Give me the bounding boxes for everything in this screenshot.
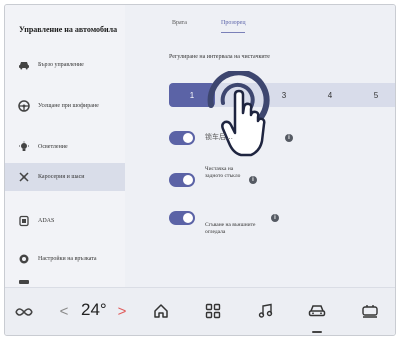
sidebar-item-body-chassis[interactable]: Каросерия и шаси bbox=[5, 163, 125, 191]
fold-mirrors-label: Сгъване на външните огледала bbox=[205, 222, 256, 235]
sidebar-item-label: Бързо управление bbox=[38, 62, 84, 68]
sidebar-item-lighting[interactable]: Осветление bbox=[5, 133, 125, 161]
car-icon[interactable] bbox=[307, 301, 327, 321]
info-icon[interactable]: i bbox=[285, 134, 293, 142]
wiper-interval-label: Регулиране на интервала на чистачките bbox=[169, 54, 270, 60]
sidebar: Управление на автомобила Бързо управлени… bbox=[5, 5, 125, 287]
tab-window[interactable]: Прозорец bbox=[221, 20, 246, 26]
temp-down-button[interactable]: < bbox=[57, 301, 71, 321]
toggle-fold-mirrors[interactable] bbox=[169, 211, 195, 225]
interval-option-5[interactable]: 5 bbox=[353, 83, 395, 107]
sidebar-item-label: Каросерия и шаси bbox=[38, 174, 85, 180]
toggle-rear-wiper[interactable] bbox=[169, 173, 195, 187]
music-icon[interactable] bbox=[255, 301, 275, 321]
sidebar-item-driving-feel[interactable]: Усещане при шофиране bbox=[5, 92, 125, 120]
sidebar-item-label: Настройки на връзката bbox=[38, 256, 97, 262]
apps-grid-icon[interactable] bbox=[203, 301, 223, 321]
sidebar-item-quick-control[interactable]: Бързо управление bbox=[5, 51, 125, 79]
rear-wiper-label: Чистачка на задното стъкло bbox=[205, 166, 241, 179]
active-indicator bbox=[312, 331, 322, 333]
steering-wheel-icon bbox=[18, 100, 30, 112]
info-icon[interactable]: i bbox=[249, 176, 257, 184]
tap-gesture-icon bbox=[207, 71, 270, 157]
bottom-bar: < 24° > bbox=[5, 287, 395, 335]
sidebar-item-label: Усещане при шофиране bbox=[38, 103, 99, 109]
car-control-window: Управление на автомобила Бързо управлени… bbox=[4, 4, 396, 336]
toggle-knob bbox=[183, 175, 193, 185]
info-icon[interactable]: i bbox=[271, 214, 279, 222]
temp-up-button[interactable]: > bbox=[115, 301, 129, 321]
sidebar-item-label: ADAS bbox=[38, 218, 55, 224]
connection-icon bbox=[18, 253, 30, 265]
sidebar-title: Управление на автомобила bbox=[19, 25, 118, 34]
home-icon[interactable] bbox=[151, 301, 171, 321]
sidebar-item-label: Осветление bbox=[38, 144, 68, 150]
temperature-value: 24° bbox=[81, 300, 107, 319]
car-icon bbox=[18, 59, 30, 71]
sidebar-item-connection-settings[interactable]: Настройки на връзката bbox=[5, 245, 125, 273]
main-panel: Врата Прозорец Регулиране на интервала н… bbox=[125, 5, 395, 287]
light-bulb-icon bbox=[18, 141, 30, 153]
sidebar-item-adas[interactable]: ADAS bbox=[5, 207, 125, 235]
interval-option-4[interactable]: 4 bbox=[307, 83, 353, 107]
body-chassis-icon bbox=[18, 171, 30, 183]
tab-door[interactable]: Врата bbox=[172, 20, 187, 26]
fan-icon[interactable] bbox=[13, 303, 35, 321]
toggle-knob bbox=[183, 213, 193, 223]
toggle-knob bbox=[183, 133, 193, 143]
auto-lock-label: 锁车后… bbox=[205, 133, 233, 141]
seat-heater-icon[interactable] bbox=[359, 301, 381, 321]
adas-icon bbox=[18, 215, 30, 227]
active-tab-underline bbox=[221, 32, 245, 33]
toggle-auto-lock[interactable] bbox=[169, 131, 195, 145]
